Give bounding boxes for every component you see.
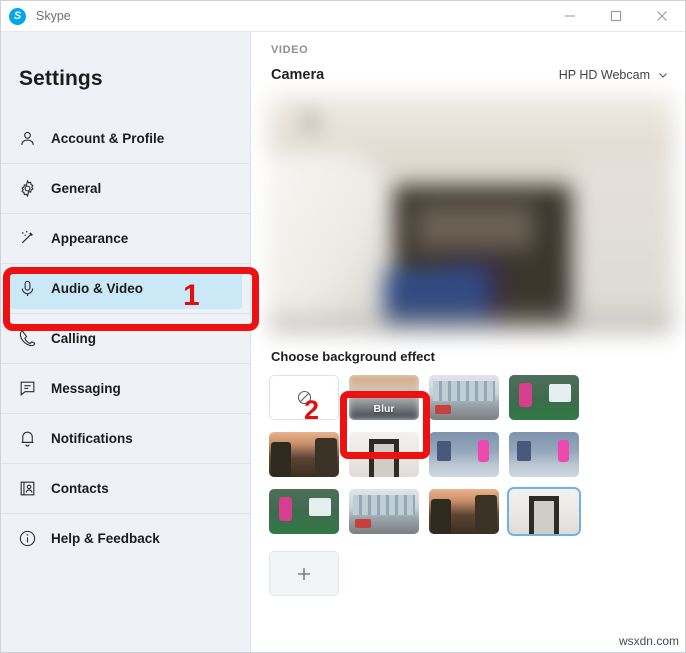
annotation-number-step-2: 2 [304, 395, 320, 425]
sidebar-item-help-feedback[interactable]: Help & Feedback [1, 513, 250, 563]
thumbnail-background-office-2[interactable] [349, 489, 419, 534]
sidebar-item-label: Account & Profile [51, 130, 165, 146]
sidebar-item-contacts[interactable]: Contacts [1, 463, 250, 513]
sidebar-item-label: Appearance [51, 231, 129, 246]
thumbnail-background-forest-2[interactable] [429, 489, 499, 534]
skype-logo-icon: S [9, 7, 26, 25]
settings-nav: Account & Profile General Appearance Aud… [1, 113, 250, 563]
thumbnail-image [429, 489, 499, 534]
add-background-button[interactable] [269, 551, 339, 596]
thumbnail-blur-label: Blur [373, 403, 395, 415]
sidebar-item-label: Calling [51, 331, 97, 346]
thumbnail-background-gym[interactable] [509, 375, 579, 420]
thumbnail-image [509, 489, 579, 534]
camera-label: Camera [271, 67, 325, 83]
thumbnail-background-store-1[interactable] [429, 432, 499, 477]
gear-icon [15, 177, 39, 201]
background-effect-title: Choose background effect [271, 349, 435, 364]
person-icon [15, 126, 39, 150]
watermark: wsxdn.com [618, 634, 679, 648]
thumbnail-blur-effect[interactable]: Blur [349, 375, 419, 420]
page-title: Settings [19, 67, 103, 90]
thumbnail-image [429, 375, 499, 420]
annotation-number-step-1: 1 [183, 279, 200, 312]
close-icon[interactable] [639, 1, 685, 32]
thumbnail-background-door[interactable] [349, 432, 419, 477]
chat-bubble-icon [15, 377, 39, 401]
window-titlebar: S Skype [1, 1, 685, 32]
camera-device-value: HP HD Webcam [558, 68, 650, 82]
thumbnail-background-forest[interactable] [269, 432, 339, 477]
sidebar-item-messaging[interactable]: Messaging [1, 363, 250, 413]
thumbnail-image [429, 432, 499, 477]
section-label-video: VIDEO [271, 44, 309, 56]
thumbnail-image [349, 489, 419, 534]
thumbnail-background-store-2[interactable] [509, 432, 579, 477]
camera-preview-video [268, 93, 674, 334]
camera-device-dropdown[interactable]: HP HD Webcam [559, 68, 669, 82]
thumbnail-image [269, 432, 339, 477]
thumbnail-image [269, 489, 339, 534]
video-settings-panel: VIDEO Camera HP HD Webcam Choose backgro… [252, 32, 685, 652]
sidebar-item-label: General [51, 181, 102, 196]
camera-row: Camera HP HD Webcam [252, 56, 685, 83]
microphone-icon [15, 277, 39, 301]
thumbnail-background-office[interactable] [429, 375, 499, 420]
chevron-down-icon [657, 69, 669, 81]
camera-preview-container [261, 92, 674, 337]
sidebar-item-label: Messaging [51, 381, 121, 396]
sidebar-item-calling[interactable]: Calling [1, 313, 250, 363]
contact-card-icon [15, 477, 39, 501]
window-controls [547, 1, 685, 32]
phone-icon [15, 327, 39, 351]
sidebar-item-general[interactable]: General [1, 163, 250, 213]
thumbnail-image [349, 432, 419, 477]
sidebar-item-account-profile[interactable]: Account & Profile [1, 113, 250, 163]
sidebar-item-audio-video[interactable]: Audio & Video [1, 263, 250, 313]
magic-wand-icon [15, 227, 39, 251]
thumbnail-image [509, 432, 579, 477]
sidebar-item-label: Contacts [51, 481, 109, 496]
settings-sidebar: Settings Account & Profile General Appea… [1, 32, 251, 652]
skype-settings-window: S Skype Settings Account & Profile Gener… [0, 0, 686, 653]
info-circle-icon [15, 527, 39, 551]
thumbnail-background-door-2[interactable] [507, 487, 581, 536]
bell-icon [15, 427, 39, 451]
sidebar-item-label: Help & Feedback [51, 531, 160, 546]
thumbnail-image [509, 375, 579, 420]
sidebar-item-label: Notifications [51, 431, 133, 446]
thumbnail-background-gym-2[interactable] [269, 489, 339, 534]
sidebar-item-label: Audio & Video [51, 281, 144, 296]
sidebar-item-appearance[interactable]: Appearance [1, 213, 250, 263]
maximize-icon[interactable] [593, 1, 639, 32]
background-thumbnail-grid: Blur 2 [252, 364, 599, 536]
window-title: Skype [36, 9, 71, 23]
minimize-icon[interactable] [547, 1, 593, 32]
sidebar-item-notifications[interactable]: Notifications [1, 413, 250, 463]
